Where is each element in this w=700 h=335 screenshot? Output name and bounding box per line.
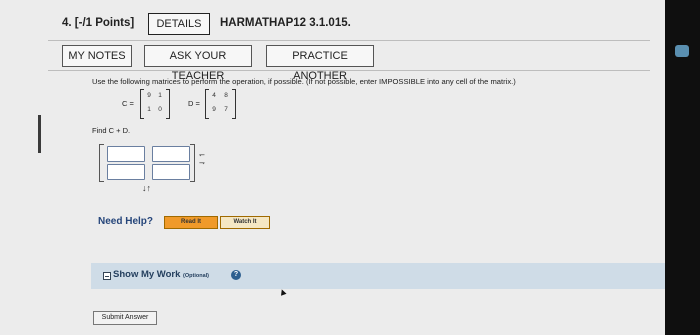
expand-toggle-icon[interactable] [103, 272, 111, 280]
screen-bezel [665, 0, 700, 335]
matrix-c-label: C = [122, 99, 134, 108]
submit-answer-button[interactable]: Submit Answer [93, 311, 157, 325]
matrix-d-left-bracket [205, 89, 209, 119]
add-column-arrow-icon[interactable]: ↽ [199, 151, 205, 159]
answer-cell-r1c2[interactable] [152, 146, 190, 162]
matrix-d-cell: 4 [212, 92, 216, 99]
matrix-d-cell: 7 [224, 106, 228, 113]
show-my-work-bar[interactable]: Show My Work (Optional) ? [91, 263, 668, 289]
details-button[interactable]: DETAILS [148, 13, 210, 35]
ask-teacher-button[interactable]: ASK YOUR TEACHER [144, 45, 252, 82]
matrix-c-left-bracket [140, 89, 144, 119]
matrix-c-cell: 0 [158, 106, 162, 113]
matrix-d-label: D = [188, 99, 200, 108]
matrix-d-cell: 8 [224, 92, 228, 99]
window-edge-mark [38, 115, 41, 153]
divider [48, 70, 650, 71]
bezel-light [675, 45, 689, 57]
assignment-code: HARMATHAP12 3.1.015. [220, 17, 351, 29]
answer-cell-r2c1[interactable] [107, 164, 145, 180]
answer-left-bracket [99, 144, 104, 182]
divider [48, 40, 650, 41]
instructions-text: Use the following matrices to perform th… [92, 77, 516, 86]
matrix-d-right-bracket [232, 89, 236, 119]
read-it-button[interactable]: Read It [164, 216, 218, 229]
assignment-page: 4. [-/1 Points] DETAILS HARMATHAP12 3.1.… [0, 0, 668, 335]
need-help-label: Need Help? [98, 216, 154, 227]
matrix-c-cell: 1 [147, 106, 151, 113]
matrix-c-right-bracket [166, 89, 170, 119]
remove-column-arrow-icon[interactable]: ⇁ [199, 159, 205, 167]
resize-rows-arrows-icon[interactable]: ↓↑ [142, 183, 151, 193]
find-prompt: Find C + D. [92, 126, 131, 135]
my-notes-button[interactable]: MY NOTES [62, 45, 132, 67]
answer-cell-r1c1[interactable] [107, 146, 145, 162]
help-info-icon[interactable]: ? [231, 270, 241, 280]
matrix-d-cell: 9 [212, 106, 216, 113]
matrix-c-cell: 9 [147, 92, 151, 99]
matrix-c-cell: 1 [158, 92, 162, 99]
answer-cell-r2c2[interactable] [152, 164, 190, 180]
show-my-work-label: Show My Work (Optional) [113, 269, 209, 280]
practice-another-button[interactable]: PRACTICE ANOTHER [266, 45, 374, 82]
question-number: 4. [-/1 Points] [62, 17, 135, 29]
watch-it-button[interactable]: Watch It [220, 216, 270, 229]
answer-right-bracket [190, 144, 195, 182]
